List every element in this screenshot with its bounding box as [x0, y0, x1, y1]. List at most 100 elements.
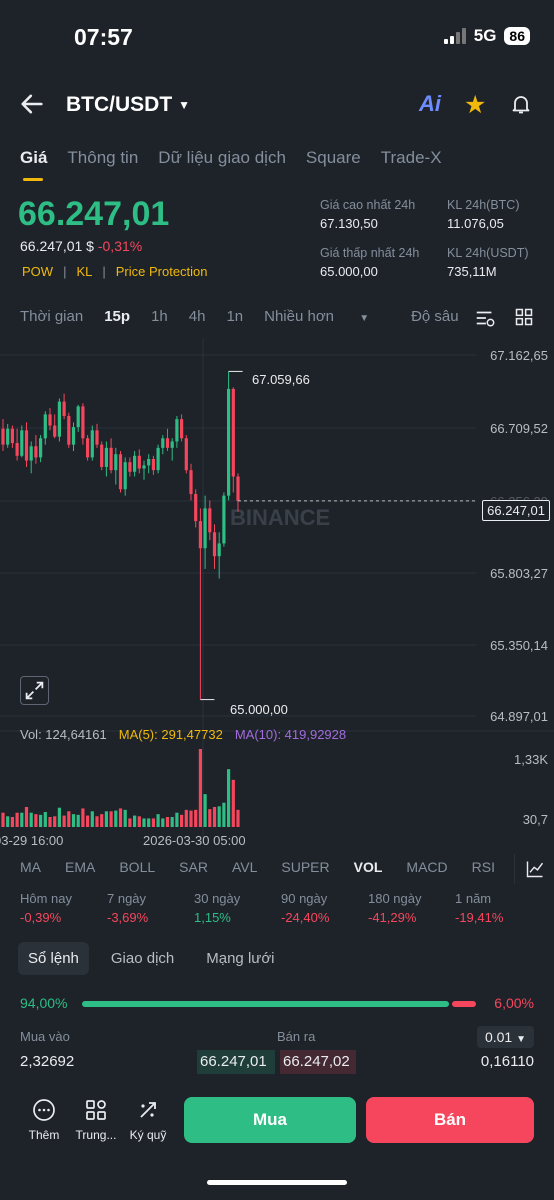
- status-indicators: 5G 86: [443, 26, 530, 46]
- candle-body: [6, 428, 10, 445]
- more-dots-icon: [33, 1099, 55, 1121]
- candle-body: [104, 447, 108, 467]
- volume-bar: [39, 814, 43, 827]
- candle-body: [86, 438, 90, 458]
- buy-button[interactable]: Mua: [184, 1097, 356, 1143]
- buy-ratio: 94,00%: [20, 995, 68, 1011]
- indicator-super[interactable]: SUPER: [281, 859, 329, 875]
- indicator-ma[interactable]: MA: [20, 859, 41, 875]
- stat-high: Giá cao nhất 24h 67.130,50: [320, 198, 415, 231]
- depth-tab[interactable]: Độ sâu: [411, 308, 459, 325]
- candle-body: [29, 446, 33, 461]
- interval-time-label[interactable]: Thời gian: [20, 308, 83, 325]
- interval-more[interactable]: Nhiều hơn ▼: [264, 308, 390, 325]
- indicator-ema[interactable]: EMA: [65, 859, 95, 875]
- candle-body: [76, 406, 80, 428]
- candle-body: [67, 415, 71, 445]
- last-price: 66.247,01: [18, 195, 170, 233]
- margin-icon: [140, 1102, 156, 1118]
- indicator-chart-icon: [526, 861, 544, 878]
- stat-vol-usdt-label: KL 24h(USDT): [447, 246, 529, 260]
- stat-vol-usdt: KL 24h(USDT) 735,11M: [447, 246, 529, 279]
- perf-item: 30 ngày 1,15%: [194, 891, 241, 925]
- candle-body: [81, 406, 85, 439]
- vol-axis-high: 1,33K: [514, 752, 548, 767]
- tab-network[interactable]: Mạng lưới: [196, 942, 284, 975]
- hub-button[interactable]: Trung...: [71, 1098, 121, 1142]
- network-label: 5G: [473, 26, 497, 45]
- volume-bar: [24, 807, 29, 827]
- candle-body: [165, 438, 170, 448]
- bid-price[interactable]: 66.247,01: [200, 1053, 267, 1070]
- ask-header: Bán ra: [277, 1029, 316, 1044]
- favorite-star-icon[interactable]: ★: [464, 90, 486, 120]
- candle-body: [156, 447, 160, 471]
- margin-button[interactable]: Ký quỹ: [123, 1098, 173, 1142]
- volume-bar: [222, 802, 226, 827]
- stat-high-value: 67.130,50: [320, 216, 378, 231]
- interval-1h[interactable]: 1h: [151, 308, 168, 325]
- candle-body: [53, 425, 57, 437]
- volume-bar: [76, 814, 80, 827]
- volume-legend: Vol: 124,64161 MA(5): 291,47732 MA(10): …: [20, 727, 346, 742]
- indicator-macd[interactable]: MACD: [406, 859, 447, 875]
- tag-price-protection[interactable]: Price Protection: [116, 264, 208, 279]
- candle-body: [203, 508, 207, 549]
- indicator-settings-button[interactable]: [514, 854, 554, 884]
- volume-bar: [81, 808, 85, 827]
- tab-trades[interactable]: Giao dịch: [101, 942, 184, 975]
- pair-selector[interactable]: BTC/USDT ▼: [66, 93, 190, 117]
- tab-trade-x[interactable]: Trade-X: [381, 148, 442, 168]
- precision-select[interactable]: 0.01 ▼: [476, 1026, 534, 1048]
- stat-low: Giá thấp nhất 24h 65.000,00: [320, 246, 419, 279]
- candle-body: [184, 438, 188, 471]
- indicator-vol[interactable]: VOL: [354, 859, 383, 875]
- volume-bar: [236, 809, 240, 827]
- indicator-avl[interactable]: AVL: [232, 859, 257, 875]
- volume-bar: [57, 807, 61, 827]
- candle-body: [142, 465, 146, 469]
- stat-vol-btc-value: 11.076,05: [447, 216, 504, 231]
- candle-body: [231, 388, 235, 477]
- more-button[interactable]: Thêm: [19, 1098, 69, 1142]
- volume-bar: [6, 816, 10, 827]
- interval-4h[interactable]: 4h: [189, 308, 206, 325]
- indicator-sar[interactable]: SAR: [179, 859, 208, 875]
- interval-1d[interactable]: 1n: [226, 308, 243, 325]
- candlestick-chart[interactable]: BINANCE: [0, 338, 554, 838]
- volume-bar: [53, 816, 57, 827]
- candle-body: [57, 401, 61, 437]
- low-marker-label: 65.000,00: [230, 702, 288, 717]
- sell-button[interactable]: Bán: [366, 1097, 534, 1143]
- expand-chart-button[interactable]: [20, 676, 49, 705]
- chart-settings-icon[interactable]: [474, 307, 496, 329]
- volume-bar: [212, 807, 217, 827]
- back-arrow-icon[interactable]: [18, 90, 46, 118]
- price-change: -0,31%: [97, 238, 143, 254]
- indicator-boll[interactable]: BOLL: [119, 859, 155, 875]
- volume-bar: [217, 806, 221, 827]
- bell-icon[interactable]: [509, 92, 533, 116]
- grid-layout-icon[interactable]: [514, 307, 534, 327]
- y-tick-label: 64.897,01: [490, 709, 548, 724]
- ask-qty: 0,16110: [480, 1053, 534, 1070]
- interval-15m[interactable]: 15p: [104, 308, 130, 325]
- volume-bar: [90, 811, 94, 827]
- tag-pow[interactable]: POW: [22, 264, 53, 279]
- candle-body: [15, 443, 19, 456]
- tab-orderbook[interactable]: Sổ lệnh: [18, 942, 89, 975]
- tab-info[interactable]: Thông tin: [67, 148, 138, 168]
- tab-trading-data[interactable]: Dữ liệu giao dịch: [158, 148, 286, 168]
- candle-body: [90, 430, 94, 458]
- volume-bar: [137, 816, 141, 827]
- tab-price[interactable]: Giá: [20, 148, 47, 168]
- candle-body: [48, 414, 52, 426]
- tab-square[interactable]: Square: [306, 148, 361, 168]
- tag-kl[interactable]: KL: [76, 264, 92, 279]
- battery-indicator: 86: [504, 27, 530, 45]
- ai-icon[interactable]: Ai: [419, 91, 441, 117]
- volume-bar: [142, 818, 146, 827]
- ask-price[interactable]: 66.247,02: [283, 1053, 350, 1070]
- indicator-rsi[interactable]: RSI: [472, 859, 495, 875]
- candle-body: [180, 419, 184, 439]
